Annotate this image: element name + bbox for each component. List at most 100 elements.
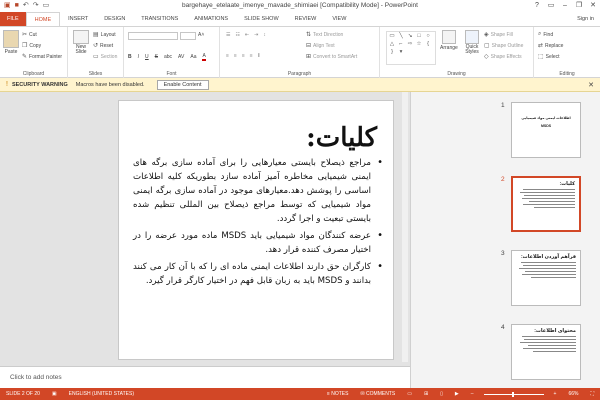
bullet-item[interactable]: عرضه کنندگان مواد شیمیایی باید MSDS ماده… [133,229,383,257]
zoom-slider[interactable] [483,391,544,397]
italic-button[interactable]: I [138,54,139,60]
oval-shape-icon[interactable]: ○ [424,33,432,40]
quick-styles-button[interactable]: Quick Styles [462,30,482,55]
section-button[interactable]: ▭ Section [93,53,117,61]
tab-view[interactable]: VIEW [324,12,354,26]
comments-button[interactable]: ✉ COMMENTS [354,391,401,397]
replace-button[interactable]: ⇄ Replace [538,42,563,50]
convert-smartart-button[interactable]: ⊞ Convert to SmartArt [306,53,357,61]
elbow-shape-icon[interactable]: ⌐ [397,41,405,48]
brace-shape-icon[interactable]: { [424,41,432,48]
thumbnail-slide-2[interactable]: 2 کلیات: [501,176,591,232]
select-button[interactable]: ⬚ Select [538,53,560,61]
thumbnail-slide-1[interactable]: 1 اطلاعات ایمنی مواد شیمیایی MSDS [501,102,591,158]
slideshow-view-icon[interactable]: ▶ [449,391,465,397]
reset-button[interactable]: ↺ Reset [93,42,113,50]
tab-animations[interactable]: ANIMATIONS [186,12,236,26]
tab-file[interactable]: FILE [0,12,26,26]
tab-design[interactable]: DESIGN [96,12,133,26]
font-size-box[interactable] [180,32,196,40]
minimize-button[interactable]: – [558,0,572,12]
underline-button[interactable]: U [145,54,149,60]
arrow-shape-icon[interactable]: ↘ [406,33,414,40]
paste-button[interactable]: Paste [3,30,19,55]
increase-indent-icon[interactable]: ⇥ [254,32,258,38]
vertical-scrollbar[interactable] [402,92,408,362]
star-shape-icon[interactable]: ☆ [415,41,423,48]
slide-canvas[interactable]: کلیات: مراجع ذیصلاح بایستی معیارهایی را … [118,100,394,360]
slide-bullets[interactable]: مراجع ذیصلاح بایستی معیارهایی را برای آم… [133,156,383,291]
tab-transitions[interactable]: TRANSITIONS [133,12,186,26]
copy-button[interactable]: ❐ Copy [22,42,41,50]
bullet-item[interactable]: کارگران حق دارند اطلاعات ایمنی ماده ای ر… [133,260,383,288]
close-button[interactable]: ✕ [586,0,600,12]
slide-title[interactable]: کلیات: [306,123,377,153]
slide-sorter-icon[interactable]: ⊞ [418,391,434,397]
enable-content-button[interactable]: Enable Content [156,79,209,90]
new-slide-button[interactable]: New Slide [71,30,91,55]
textbox-shape-icon[interactable]: ▭ [388,33,396,40]
bullets-icon[interactable]: ☰ [226,32,230,38]
text-direction-button[interactable]: ⇅ Text Direction [306,31,343,39]
shape-outline-button[interactable]: ▢ Shape Outline [484,42,523,50]
restore-button[interactable]: ❐ [572,0,586,12]
more-shapes-icon[interactable]: ▾ [397,49,405,56]
bold-button[interactable]: B [128,54,132,60]
thumbnail-slide-4[interactable]: 4 محتوای اطلاعات: [501,324,591,380]
thumbnail-slide-3[interactable]: 3 فرآهم آوردن اطلاعات: [501,250,591,306]
tab-slide-show[interactable]: SLIDE SHOW [236,12,287,26]
cut-button[interactable]: ✂ Cut [22,31,37,39]
shape-effects-button[interactable]: ◇ Shape Effects [484,53,522,61]
bullet-item[interactable]: مراجع ذیصلاح بایستی معیارهایی را برای آم… [133,156,383,226]
shadow-button[interactable]: abc [164,54,172,60]
redo-icon[interactable]: ↷ [33,1,39,11]
character-spacing-button[interactable]: AV [178,54,184,60]
font-color-button[interactable]: A [202,53,206,61]
brace-close-shape-icon[interactable]: } [388,49,396,56]
help-button[interactable]: ? [530,0,544,12]
sign-in-link[interactable]: Sign in [577,12,600,26]
fit-slide-icon[interactable]: ⛶ [584,391,600,397]
change-case-button[interactable]: Aa [190,54,196,60]
line-shape-icon[interactable]: ╲ [397,33,405,40]
columns-icon[interactable]: ⫴ [258,53,260,59]
align-left-icon[interactable]: ≡ [226,53,229,59]
format-painter-button[interactable]: ✎ Format Painter [22,53,62,61]
decrease-indent-icon[interactable]: ⇤ [245,32,249,38]
strikethrough-button[interactable]: S [155,54,158,60]
spellcheck-icon[interactable]: ▣ [46,391,63,397]
align-center-icon[interactable]: ≡ [234,53,237,59]
align-right-icon[interactable]: ≡ [242,53,245,59]
rarrow-shape-icon[interactable]: ⇨ [406,41,414,48]
rect-shape-icon[interactable]: □ [415,33,423,40]
notes-pane[interactable]: Click to add notes [0,366,410,388]
reading-view-icon[interactable]: ▯ [434,391,449,397]
justify-icon[interactable]: ≡ [250,53,253,59]
shape-fill-button[interactable]: ◈ Shape Fill [484,31,513,39]
grow-font-button[interactable]: A˄ [198,32,204,38]
line-spacing-icon[interactable]: ↕ [263,32,266,38]
align-text-button[interactable]: ⊟ Align Text [306,42,335,50]
layout-button[interactable]: ▤ Layout [93,31,116,39]
undo-icon[interactable]: ↶ [23,1,29,11]
normal-view-icon[interactable]: ▭ [401,391,418,397]
tab-review[interactable]: REVIEW [287,12,325,26]
ribbon-display-icon[interactable]: ▭ [544,0,558,12]
zoom-level[interactable]: 66% [562,391,584,397]
arrange-button[interactable]: Arrange [440,30,458,51]
numbering-icon[interactable]: ☷ [235,32,239,38]
save-icon[interactable]: ■ [15,1,19,11]
font-group: A˄ B I U S abc AV Aa A Font [124,27,220,78]
language-indicator[interactable]: ENGLISH (UNITED STATES) [63,391,140,397]
tab-insert[interactable]: INSERT [60,12,96,26]
shapes-gallery[interactable]: ▭ ╲ ↘ □ ○ △ ⌐ ⇨ ☆ { } ▾ [386,31,436,65]
notes-button[interactable]: ≡ NOTES [321,391,355,397]
find-button[interactable]: ⌕ Find [538,31,553,38]
zoom-out-icon[interactable]: – [465,391,480,397]
tab-home[interactable]: HOME [25,12,61,26]
security-bar-close-button[interactable]: ✕ [588,81,594,89]
font-name-box[interactable] [128,32,178,40]
start-slideshow-icon[interactable]: ▭ [43,1,50,11]
zoom-in-icon[interactable]: + [548,391,563,397]
triangle-shape-icon[interactable]: △ [388,41,396,48]
